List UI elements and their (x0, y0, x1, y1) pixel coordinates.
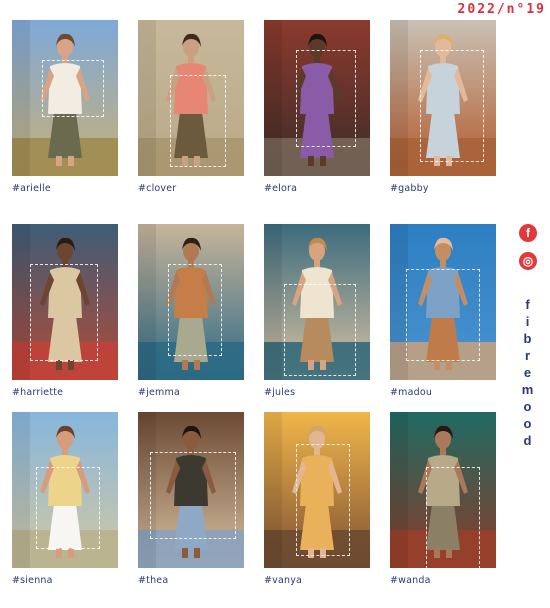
pattern-photo[interactable] (264, 412, 370, 568)
pattern-photo[interactable] (390, 224, 496, 380)
pattern-photo[interactable] (264, 224, 370, 380)
pattern-photo[interactable] (138, 412, 244, 568)
pattern-card[interactable]: #gabby (390, 20, 496, 194)
brand-wordmark: fibremood (518, 296, 538, 449)
pattern-card[interactable]: #vanya (264, 412, 370, 586)
pattern-tag[interactable]: #sienna (12, 575, 118, 586)
pattern-tag[interactable]: #madou (390, 387, 496, 398)
pattern-card[interactable]: #jemma (138, 224, 244, 398)
brand-letter: o (523, 399, 533, 414)
pattern-tag[interactable]: #thea (138, 575, 244, 586)
garment-highlight-box (426, 467, 480, 568)
pattern-tag[interactable]: #elora (264, 183, 370, 194)
brand-letter: m (521, 382, 535, 397)
pattern-card[interactable]: #elora (264, 20, 370, 194)
pattern-tag[interactable]: #vanya (264, 575, 370, 586)
pattern-card[interactable]: #clover (138, 20, 244, 194)
pattern-card[interactable]: #wanda (390, 412, 496, 586)
brand-letter: o (523, 416, 533, 431)
brand-letter: f (525, 297, 531, 312)
pattern-tag[interactable]: #jules (264, 387, 370, 398)
brand-letter: r (524, 348, 532, 363)
brand-letter: d (523, 433, 533, 448)
garment-highlight-box (296, 50, 356, 147)
issue-label: 2022/n°19 (457, 2, 546, 17)
facebook-icon[interactable]: f (519, 224, 537, 242)
pattern-photo[interactable] (138, 20, 244, 176)
garment-highlight-box (170, 75, 226, 167)
pattern-card[interactable]: #sienna (12, 412, 118, 586)
pattern-card[interactable]: #thea (138, 412, 244, 586)
garment-highlight-box (30, 264, 98, 361)
pattern-card[interactable]: #harriette (12, 224, 118, 398)
pattern-photo[interactable] (138, 224, 244, 380)
pattern-tag[interactable]: #gabby (390, 183, 496, 194)
pattern-tag[interactable]: #wanda (390, 575, 496, 586)
pattern-photo[interactable] (390, 412, 496, 568)
pattern-photo[interactable] (264, 20, 370, 176)
brand-letter: b (523, 331, 533, 346)
pattern-card[interactable]: #madou (390, 224, 496, 398)
pattern-tag[interactable]: #clover (138, 183, 244, 194)
pattern-card[interactable]: #jules (264, 224, 370, 398)
garment-highlight-box (420, 50, 484, 162)
pattern-photo[interactable] (12, 224, 118, 380)
pattern-photo[interactable] (12, 20, 118, 176)
pattern-tag[interactable]: #harriette (12, 387, 118, 398)
garment-highlight-box (36, 467, 100, 549)
brand-letter: i (525, 314, 531, 329)
pattern-card[interactable]: #arielle (12, 20, 118, 194)
instagram-icon[interactable]: ◎ (519, 252, 537, 270)
pattern-photo[interactable] (12, 412, 118, 568)
brand-letter: e (523, 365, 533, 380)
garment-highlight-box (150, 452, 236, 539)
garment-highlight-box (296, 444, 350, 556)
pattern-photo[interactable] (390, 20, 496, 176)
garment-highlight-box (168, 264, 222, 356)
garment-highlight-box (284, 284, 356, 376)
garment-highlight-box (406, 269, 480, 361)
pattern-tag[interactable]: #jemma (138, 387, 244, 398)
garment-highlight-box (42, 60, 104, 117)
pattern-tag[interactable]: #arielle (12, 183, 118, 194)
